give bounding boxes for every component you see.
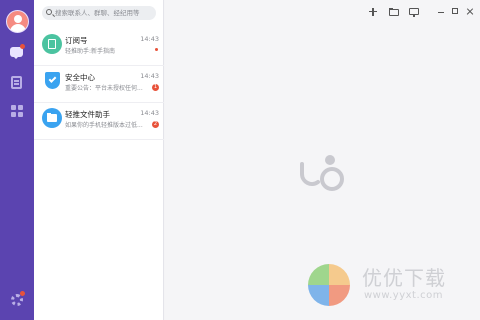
chat-item-file-assistant[interactable]: 轻推文件助手 如果你的手机轻推版本过低... 14:43 2 — [34, 103, 164, 140]
subscription-icon — [42, 34, 62, 54]
unread-badge: 2 — [152, 121, 159, 128]
chat-name: 轻推文件助手 — [65, 110, 110, 119]
user-avatar[interactable] — [6, 10, 29, 33]
chat-time: 14:43 — [140, 35, 159, 43]
unread-dot — [155, 48, 158, 51]
avatar-head — [14, 15, 22, 23]
settings-notification-dot — [20, 291, 25, 296]
folder-open-icon[interactable] — [388, 6, 400, 18]
shield-icon — [42, 71, 62, 91]
watermark-petal — [308, 285, 329, 306]
search-input[interactable]: 搜索联系人、群聊、经纪用等 — [42, 6, 156, 20]
watermark-petal — [329, 264, 350, 285]
chat-bubble-tail — [13, 56, 19, 59]
chat-preview: 如果你的手机轻推版本过低... — [65, 122, 143, 129]
folder-shape — [47, 114, 57, 122]
unread-badge: 1 — [152, 84, 159, 91]
watermark-petal — [308, 264, 329, 285]
minimize-icon[interactable] — [436, 6, 446, 16]
folder-open-body — [389, 9, 399, 16]
chat-icon[interactable] — [10, 44, 25, 60]
apps-icon[interactable] — [10, 104, 24, 118]
search-placeholder: 搜索联系人、群聊、经纪用等 — [55, 9, 140, 17]
watermark-text: 优优下载 — [362, 266, 446, 290]
plus-icon[interactable] — [367, 6, 379, 18]
watermark-logo-icon — [308, 264, 350, 306]
maximize-box — [452, 8, 458, 14]
screen-body — [409, 8, 419, 15]
apps-square — [18, 105, 23, 110]
search-icon — [46, 9, 52, 15]
apps-square — [11, 105, 16, 110]
logo-ring — [320, 167, 344, 191]
chat-time: 14:43 — [140, 72, 159, 80]
contacts-icon[interactable] — [10, 76, 24, 90]
screen-stand — [413, 15, 415, 17]
contacts-line — [14, 83, 19, 85]
app-logo-icon — [300, 155, 344, 191]
chat-name: 订阅号 — [65, 36, 88, 45]
screen-icon[interactable] — [408, 6, 420, 18]
chat-time: 14:43 — [140, 109, 159, 117]
maximize-icon[interactable] — [450, 6, 460, 16]
chat-preview: 重要公告：平台未授权任何... — [65, 85, 143, 92]
chat-notification-dot — [20, 44, 25, 49]
settings-icon[interactable] — [10, 291, 25, 307]
minimize-line — [438, 12, 444, 14]
subscription-icon-shape — [48, 39, 56, 49]
list-divider — [34, 139, 164, 140]
chat-item-security-center[interactable]: 安全中心 重要公告：平台未授权任何... 14:43 1 — [34, 66, 164, 103]
folder-icon — [42, 108, 62, 128]
contacts-line — [14, 80, 19, 82]
avatar-body — [10, 24, 26, 32]
chat-name: 安全中心 — [65, 73, 95, 82]
apps-square — [18, 112, 23, 117]
close-icon[interactable] — [465, 6, 475, 16]
apps-square — [11, 112, 16, 117]
logo-hook — [300, 162, 320, 186]
logo-dot — [325, 155, 335, 165]
watermark-url: www.yyxt.com — [364, 290, 444, 301]
chat-item-subscriptions[interactable]: 订阅号 轻推助手:新手指南 14:43 — [34, 29, 164, 66]
watermark: 优优下载 www.yyxt.com — [306, 260, 466, 310]
watermark-petal — [329, 285, 350, 306]
chat-preview: 轻推助手:新手指南 — [65, 48, 116, 55]
